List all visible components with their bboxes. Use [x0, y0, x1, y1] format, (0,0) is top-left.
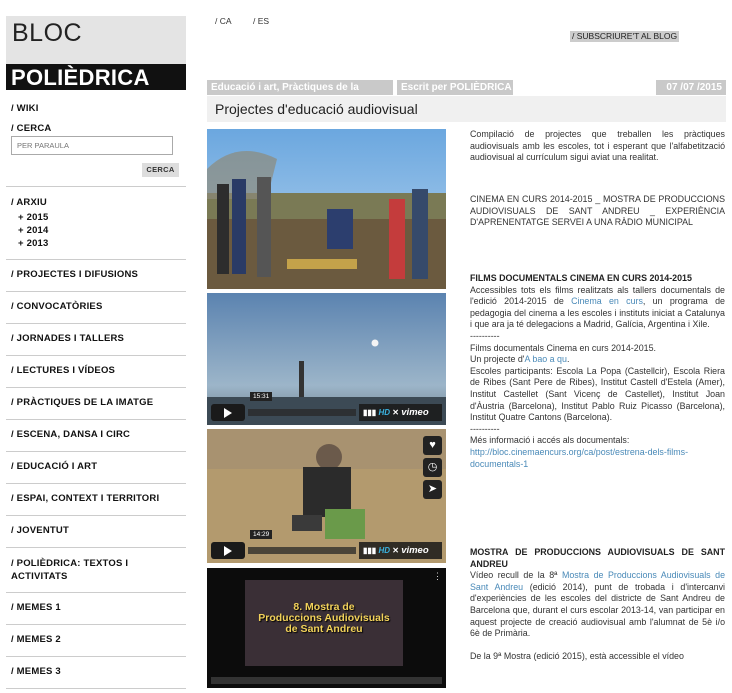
- search-input[interactable]: [11, 136, 173, 155]
- sidebar-item-wiki[interactable]: / WIKI: [11, 103, 39, 114]
- subscribe-button[interactable]: / SUBSCRIURE'T AL BLOG: [570, 31, 680, 42]
- section-1-heading: FILMS DOCUMENTALS CINEMA EN CURS 2014-20…: [470, 273, 692, 283]
- video-2-progress-bar[interactable]: [248, 547, 356, 554]
- archive-year-2014[interactable]: + 2014: [18, 225, 49, 236]
- section-2-heading: MOSTRA DE PRODUCCIONS AUDIOVISUALS DE SA…: [470, 547, 725, 569]
- search-label: / CERCA: [11, 123, 52, 134]
- video-2-duration: 14:29: [250, 530, 273, 539]
- hd-toggle[interactable]: HD: [378, 408, 390, 417]
- sidebar-item-escena[interactable]: / ESCENA, DANSA I CIRC: [11, 429, 130, 440]
- post-summary: CINEMA EN CURS 2014-2015 _ MOSTRA DE PRO…: [470, 194, 725, 228]
- video-3-menu-icon[interactable]: ⋮: [433, 571, 442, 582]
- share-icon[interactable]: ➤: [423, 480, 442, 499]
- post-author[interactable]: Escrit per POLIÈDRICA: [397, 80, 513, 95]
- watch-later-icon[interactable]: ◷: [423, 458, 442, 477]
- volume-icon[interactable]: ▮▮▮: [363, 546, 376, 555]
- sidebar-item-projectes[interactable]: / PROJECTES I DIFUSIONS: [11, 269, 138, 280]
- sidebar-item-jornades[interactable]: / JORNADES I TALLERS: [11, 333, 124, 344]
- post-title: Projectes d'educació audiovisual: [207, 96, 726, 122]
- a-bao-a-qu-link[interactable]: A bao a qu: [524, 354, 566, 364]
- video-1-controls: 15:31 ▮▮▮ HD ✕ vimeo: [211, 392, 442, 421]
- like-icon[interactable]: ♥: [423, 436, 442, 455]
- lang-es-link[interactable]: / ES: [253, 16, 269, 26]
- video-player-3[interactable]: 8. Mostra de Produccions Audiovisuals de…: [207, 568, 446, 688]
- archive-year-2013[interactable]: + 2013: [18, 238, 49, 249]
- play-button[interactable]: [211, 542, 245, 559]
- section-mostra: MOSTRA DE PRODUCCIONS AUDIOVISUALS DE SA…: [470, 547, 726, 661]
- sidebar-item-convocatories[interactable]: / CONVOCATÒRIES: [11, 301, 103, 312]
- workshop-photo-image: [207, 129, 446, 289]
- sidebar-item-poliedrica[interactable]: / POLIÈDRICA: TEXTOS I ACTIVITATS: [11, 557, 151, 583]
- fullscreen-icon[interactable]: ✕: [392, 408, 399, 417]
- volume-icon[interactable]: ▮▮▮: [363, 408, 376, 417]
- participating-schools: Escoles participants: Escola La Popa (Ca…: [470, 365, 725, 423]
- video-3-title: 8. Mostra de Produccions Audiovisuals de…: [258, 601, 390, 635]
- video-2-toolbar: ▮▮▮ HD ✕ vimeo: [359, 542, 442, 559]
- video-3-progress-bar[interactable]: [211, 677, 442, 684]
- post-intro: Compilació de projectes que treballen le…: [470, 129, 725, 163]
- search-button[interactable]: CERCA: [142, 163, 179, 177]
- sidebar-item-espai[interactable]: / ESPAI, CONTEXT I TERRITORI: [11, 493, 159, 504]
- vimeo-logo[interactable]: vimeo: [401, 545, 428, 556]
- sidebar-item-memes-1[interactable]: / MEMES 1: [11, 602, 61, 613]
- play-button[interactable]: [211, 404, 245, 421]
- sidebar-item-memes-3[interactable]: / MEMES 3: [11, 666, 61, 677]
- section-cinema-en-curs: FILMS DOCUMENTALS CINEMA EN CURS 2014-20…: [470, 273, 725, 469]
- sidebar-item-archive[interactable]: / ARXIU: [11, 197, 47, 208]
- sidebar-item-memes-2[interactable]: / MEMES 2: [11, 634, 61, 645]
- cinema-en-curs-link[interactable]: Cinema en curs: [571, 296, 643, 306]
- sidebar-item-educacio[interactable]: / EDUCACIÓ I ART: [11, 461, 97, 472]
- archive-year-2015[interactable]: + 2015: [18, 212, 49, 223]
- video-1-progress-bar[interactable]: [248, 409, 356, 416]
- sidebar-item-lectures[interactable]: / LECTURES I VÍDEOS: [11, 365, 115, 376]
- documentals-url-link[interactable]: http://bloc.cinemaencurs.org/ca/post/est…: [470, 447, 688, 469]
- sidebar-item-practiques[interactable]: / PRÀCTIQUES DE LA IMATGE: [11, 397, 153, 408]
- video-player-2[interactable]: ♥ ◷ ➤ 14:29 ▮▮▮ HD ✕ vimeo: [207, 429, 446, 563]
- post-date: 07 /07 /2015: [656, 80, 726, 95]
- fullscreen-icon[interactable]: ✕: [392, 546, 399, 555]
- vimeo-logo[interactable]: vimeo: [401, 407, 428, 418]
- hd-toggle[interactable]: HD: [378, 546, 390, 555]
- video-2-controls: 14:29 ▮▮▮ HD ✕ vimeo: [211, 530, 442, 559]
- video-player-1[interactable]: 15:31 ▮▮▮ HD ✕ vimeo: [207, 293, 446, 425]
- sidebar: / WIKI / CERCA / ARXIU + 2015 + 2014 + 2…: [6, 0, 186, 693]
- lang-ca-link[interactable]: / CA: [215, 16, 232, 26]
- workshop-photo: [207, 129, 446, 289]
- post-categories[interactable]: Educació i art, Pràctiques de la imatge: [207, 80, 393, 108]
- video-1-toolbar: ▮▮▮ HD ✕ vimeo: [359, 404, 442, 421]
- video-1-duration: 15:31: [250, 392, 273, 401]
- sidebar-item-joventut[interactable]: / JOVENTUT: [11, 525, 69, 536]
